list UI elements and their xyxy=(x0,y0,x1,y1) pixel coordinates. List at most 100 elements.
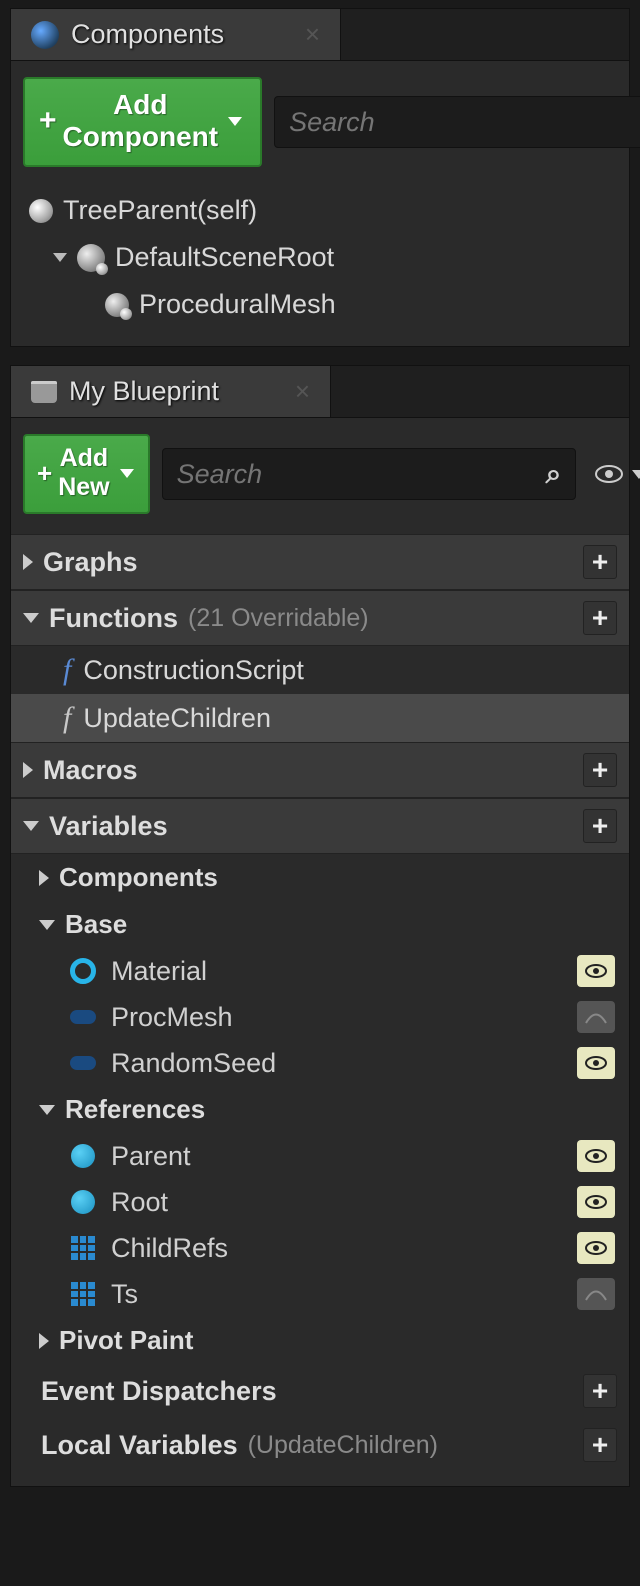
category-macros[interactable]: Macros + xyxy=(11,742,629,798)
components-tab-bar: Components × xyxy=(11,9,629,61)
variable-label: Root xyxy=(111,1187,168,1218)
category-label: Functions xyxy=(49,603,178,634)
tree-row-sceneroot[interactable]: DefaultSceneRoot xyxy=(25,234,615,281)
function-item-updatechildren[interactable]: f UpdateChildren xyxy=(11,694,629,742)
chevron-down-icon xyxy=(632,470,640,479)
close-icon[interactable]: × xyxy=(295,376,310,407)
collapse-icon xyxy=(23,821,39,831)
visibility-toggle[interactable] xyxy=(577,1140,615,1172)
add-new-button[interactable]: + Add New xyxy=(23,434,150,514)
variable-label: RandomSeed xyxy=(111,1048,276,1079)
scene-component-icon xyxy=(77,244,105,272)
group-label: References xyxy=(65,1094,205,1125)
function-label: UpdateChildren xyxy=(83,703,271,734)
category-variables[interactable]: Variables + xyxy=(11,798,629,854)
collapse-icon xyxy=(39,1105,55,1115)
visibility-toggle[interactable] xyxy=(577,955,615,987)
category-label: Local Variables xyxy=(41,1430,238,1461)
category-label: Macros xyxy=(43,755,138,786)
blueprint-list: Graphs + Functions (21 Overridable) + f … xyxy=(11,530,629,1472)
variable-root[interactable]: Root xyxy=(11,1179,629,1225)
add-graph-button[interactable]: + xyxy=(583,545,617,579)
variable-label: Material xyxy=(111,956,207,987)
variable-parent[interactable]: Parent xyxy=(11,1133,629,1179)
expand-icon xyxy=(23,554,33,570)
add-component-button[interactable]: + Add Component xyxy=(23,77,262,167)
view-options-button[interactable] xyxy=(588,464,640,484)
add-dispatcher-button[interactable]: + xyxy=(583,1374,617,1408)
group-label: Base xyxy=(65,909,127,940)
plus-icon: + xyxy=(39,104,57,138)
add-variable-button[interactable]: + xyxy=(583,809,617,843)
visibility-toggle[interactable] xyxy=(577,1232,615,1264)
components-tab-title: Components xyxy=(71,19,224,50)
var-group-components[interactable]: Components xyxy=(11,854,629,901)
tree-row-self[interactable]: TreeParent(self) xyxy=(25,187,615,234)
collapse-icon xyxy=(39,920,55,930)
blueprint-search[interactable]: ⌕ xyxy=(162,448,577,500)
components-search[interactable]: ⌕ xyxy=(274,96,640,148)
tree-row-procmesh[interactable]: ProceduralMesh xyxy=(25,281,615,328)
expand-icon xyxy=(39,1333,49,1349)
category-event-dispatchers[interactable]: Event Dispatchers + xyxy=(11,1364,629,1418)
tree-label-child: ProceduralMesh xyxy=(139,289,336,320)
category-label: Graphs xyxy=(43,547,138,578)
object-icon xyxy=(69,1188,97,1216)
tree-label-self: TreeParent(self) xyxy=(63,195,257,226)
function-item-constructionscript[interactable]: f ConstructionScript xyxy=(11,646,629,694)
visibility-toggle[interactable] xyxy=(577,1278,615,1310)
expand-icon xyxy=(39,870,49,886)
collapse-icon xyxy=(23,613,39,623)
variable-ts[interactable]: Ts xyxy=(11,1271,629,1317)
add-component-label: Add Component xyxy=(63,89,219,153)
add-local-button[interactable]: + xyxy=(583,1428,617,1462)
variable-label: Ts xyxy=(111,1279,138,1310)
array-icon xyxy=(69,1280,97,1308)
category-meta: (UpdateChildren) xyxy=(248,1431,438,1460)
visibility-toggle[interactable] xyxy=(577,1047,615,1079)
component-ref-icon xyxy=(69,1003,97,1031)
category-local-variables[interactable]: Local Variables (UpdateChildren) + xyxy=(11,1418,629,1472)
variable-material[interactable]: Material xyxy=(11,948,629,994)
category-graphs[interactable]: Graphs + xyxy=(11,534,629,590)
visibility-toggle[interactable] xyxy=(577,1001,615,1033)
components-tab-icon xyxy=(31,21,59,49)
variable-procmesh[interactable]: ProcMesh xyxy=(11,994,629,1040)
array-icon xyxy=(69,1234,97,1262)
variable-randomseed[interactable]: RandomSeed xyxy=(11,1040,629,1086)
function-icon: f xyxy=(63,653,71,687)
var-group-base[interactable]: Base xyxy=(11,901,629,948)
blueprint-tab-bar: My Blueprint × xyxy=(11,366,629,418)
tree-label-scene: DefaultSceneRoot xyxy=(115,242,334,273)
blueprint-toolbar: + Add New ⌕ xyxy=(11,418,629,530)
var-group-references[interactable]: References xyxy=(11,1086,629,1133)
components-search-input[interactable] xyxy=(289,107,640,138)
components-panel: Components × + Add Component ⌕ TreeParen… xyxy=(10,8,630,347)
actor-icon xyxy=(29,199,53,223)
variable-label: ChildRefs xyxy=(111,1233,228,1264)
components-tree: TreeParent(self) DefaultSceneRoot Proced… xyxy=(11,183,629,332)
expand-icon[interactable] xyxy=(53,253,67,262)
category-label: Event Dispatchers xyxy=(41,1376,277,1407)
add-macro-button[interactable]: + xyxy=(583,753,617,787)
add-new-label: Add New xyxy=(58,444,109,502)
variable-childrefs[interactable]: ChildRefs xyxy=(11,1225,629,1271)
components-tab[interactable]: Components × xyxy=(11,9,341,60)
category-meta: (21 Overridable) xyxy=(188,604,369,633)
chevron-down-icon xyxy=(120,469,134,478)
blueprint-search-input[interactable] xyxy=(177,459,536,490)
blueprint-tab[interactable]: My Blueprint × xyxy=(11,366,331,417)
search-icon: ⌕ xyxy=(546,458,562,491)
visibility-toggle[interactable] xyxy=(577,1186,615,1218)
chevron-down-icon xyxy=(228,117,242,126)
blueprint-tab-icon xyxy=(31,381,57,403)
category-functions[interactable]: Functions (21 Overridable) + xyxy=(11,590,629,646)
close-icon[interactable]: × xyxy=(305,19,320,50)
add-function-button[interactable]: + xyxy=(583,601,617,635)
myblueprint-panel: My Blueprint × + Add New ⌕ Graphs + Func… xyxy=(10,365,630,1487)
var-group-pivotpaint[interactable]: Pivot Paint xyxy=(11,1317,629,1364)
object-ref-icon xyxy=(69,957,97,985)
blueprint-tab-title: My Blueprint xyxy=(69,376,219,407)
function-label: ConstructionScript xyxy=(83,655,304,686)
function-icon: f xyxy=(63,701,71,735)
